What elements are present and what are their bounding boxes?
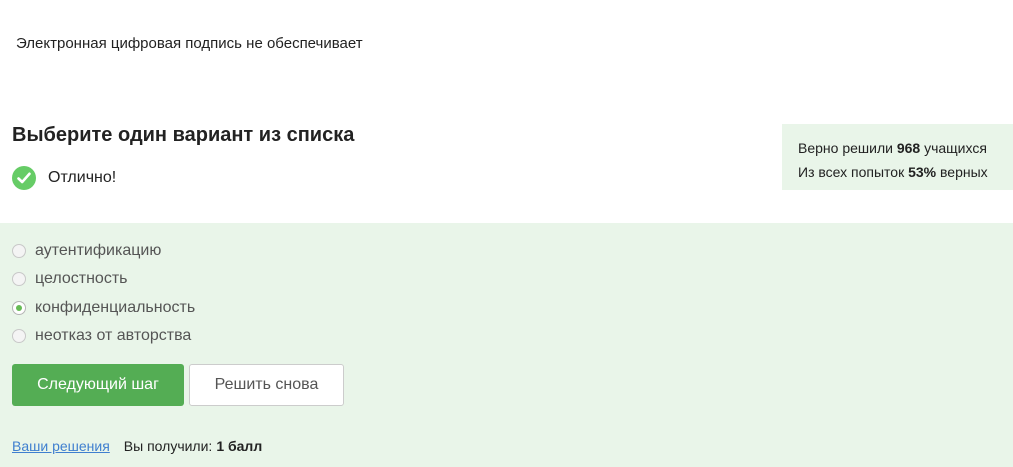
radio-button[interactable] — [12, 244, 26, 258]
option-label: неотказ от авторства — [35, 327, 192, 344]
option-non-repudiation[interactable]: неотказ от авторства — [12, 327, 191, 345]
received-label: Вы получили: — [123, 438, 213, 454]
option-authentication[interactable]: аутентификацию — [12, 242, 161, 260]
option-label: конфиденциальность — [35, 299, 196, 316]
stats-panel: Верно решили 968 учащихся Из всех попыто… — [782, 124, 1013, 190]
stats-solved-prefix: Верно решили — [798, 140, 893, 156]
your-solutions-link[interactable]: Ваши решения — [12, 438, 110, 454]
stats-solved-line: Верно решили 968 учащихся — [798, 136, 1013, 160]
option-confidentiality[interactable]: конфиденциальность — [12, 299, 195, 317]
retry-button[interactable]: Решить снова — [189, 364, 344, 406]
stats-attempts-prefix: Из всех попыток — [798, 164, 905, 180]
score-value: 1 балл — [216, 438, 263, 454]
option-label: целостность — [35, 270, 128, 287]
result-footer: Ваши решения Вы получили: 1 балл — [12, 438, 262, 454]
status-row: Отлично! — [12, 166, 116, 190]
next-step-button[interactable]: Следующий шаг — [12, 364, 184, 406]
question-text: Электронная цифровая подпись не обеспечи… — [16, 35, 363, 52]
option-integrity[interactable]: целостность — [12, 270, 128, 288]
option-label: аутентификацию — [35, 242, 162, 259]
stats-attempts-line: Из всех попыток 53% верных — [798, 160, 1013, 184]
stats-solved-suffix: учащихся — [924, 140, 987, 156]
stats-solved-count: 968 — [896, 140, 921, 156]
check-circle-icon — [12, 166, 36, 190]
radio-button[interactable] — [12, 329, 26, 343]
stats-attempts-percent: 53% — [908, 164, 937, 180]
radio-button[interactable] — [12, 272, 26, 286]
answers-area: аутентификацию целостность конфиденциаль… — [0, 223, 1013, 467]
stats-attempts-suffix: верных — [940, 164, 988, 180]
status-text: Отлично! — [48, 169, 117, 186]
radio-button-selected[interactable] — [12, 301, 26, 315]
prompt-heading: Выберите один вариант из списка — [12, 124, 355, 146]
